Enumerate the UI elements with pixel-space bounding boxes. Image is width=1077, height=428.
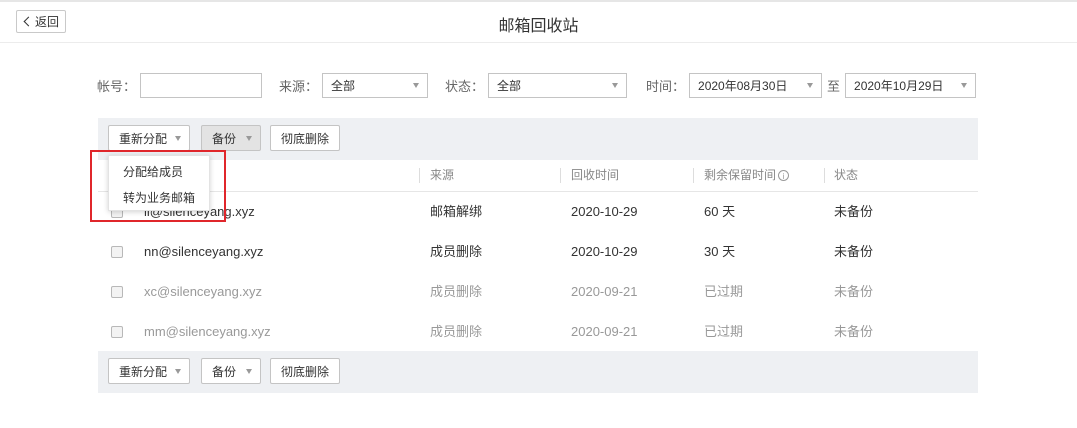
status-filter: 状态： 全部: [445, 72, 628, 98]
column-divider: [693, 168, 694, 183]
row-remaining: 30 天: [704, 244, 736, 259]
row-recycle-time: 2020-10-29: [571, 244, 638, 259]
table-header: 来源 回收时间 剩余保留时间 i 状态: [98, 160, 978, 192]
status-select-value: 全部: [497, 78, 522, 93]
date-to-select[interactable]: 2020年10月29日: [845, 72, 977, 98]
row-recycle-time: 2020-09-21: [571, 284, 638, 299]
date-from-value: 2020年08月30日: [698, 78, 788, 93]
row-email: mm@silenceyang.xyz: [144, 324, 271, 339]
backup-button[interactable]: 备份: [201, 125, 261, 151]
reassign-label: 重新分配: [119, 131, 168, 146]
source-select[interactable]: 全部: [322, 72, 429, 98]
row-source: 邮箱解绑: [430, 204, 483, 219]
status-label: 状态：: [445, 78, 485, 94]
date-to-value: 2020年10月29日: [854, 78, 944, 93]
column-divider: [824, 168, 825, 183]
row-email: nn@silenceyang.xyz: [144, 244, 264, 259]
page-title: 邮箱回收站: [498, 18, 579, 35]
row-email: xc@silenceyang.xyz: [144, 284, 262, 299]
time-filter: 时间： 2020年08月30日 至 2020年10月29日: [646, 72, 977, 98]
caret-down-icon: [612, 82, 619, 88]
row-remaining: 已过期: [704, 324, 744, 339]
column-divider: [419, 168, 420, 183]
column-recycle-time: 回收时间: [571, 168, 620, 182]
date-from-select[interactable]: 2020年08月30日: [689, 72, 823, 98]
header-bar: 返回 邮箱回收站: [0, 2, 1077, 43]
row-status: 未备份: [834, 324, 874, 339]
column-source: 来源: [430, 168, 455, 182]
table-row[interactable]: xc@silenceyang.xyz 成员删除 2020-09-21 已过期 未…: [98, 272, 978, 313]
source-select-value: 全部: [331, 78, 356, 93]
delete-label: 彻底删除: [281, 131, 330, 146]
column-remaining-label: 剩余保留时间: [704, 168, 777, 182]
row-remaining: 已过期: [704, 284, 744, 299]
highlight-box: [90, 150, 226, 222]
row-source: 成员删除: [430, 244, 483, 259]
toolbar-top: 重新分配 备份 彻底删除: [98, 118, 978, 160]
row-checkbox[interactable]: [111, 286, 123, 298]
backup-label: 备份: [212, 364, 237, 379]
row-source: 成员删除: [430, 324, 483, 339]
source-label: 来源：: [279, 78, 319, 94]
row-recycle-time: 2020-09-21: [571, 324, 638, 339]
row-checkbox[interactable]: [111, 326, 123, 338]
delete-permanently-button[interactable]: 彻底删除: [270, 358, 340, 384]
to-label: 至: [827, 78, 841, 94]
row-checkbox[interactable]: [111, 246, 123, 258]
info-icon[interactable]: i: [778, 170, 790, 182]
row-remaining: 60 天: [704, 204, 736, 219]
reassign-label: 重新分配: [119, 364, 168, 379]
caret-down-icon: [961, 82, 968, 88]
caret-down-icon: [807, 82, 814, 88]
column-remaining: 剩余保留时间 i: [704, 160, 790, 191]
caret-down-icon: [246, 136, 252, 141]
column-divider: [560, 168, 561, 183]
row-status: 未备份: [834, 244, 874, 259]
account-label: 帐号：: [97, 78, 137, 94]
account-filter: 帐号：: [97, 72, 263, 98]
caret-down-icon: [175, 136, 181, 141]
row-status: 未备份: [834, 284, 874, 299]
status-select[interactable]: 全部: [488, 72, 628, 98]
table-row[interactable]: ll@silenceyang.xyz 邮箱解绑 2020-10-29 60 天 …: [98, 192, 978, 233]
column-status: 状态: [834, 168, 859, 182]
row-recycle-time: 2020-10-29: [571, 204, 638, 219]
time-label: 时间：: [646, 78, 686, 94]
delete-label: 彻底删除: [281, 364, 330, 379]
backup-button[interactable]: 备份: [201, 358, 261, 384]
source-filter: 来源： 全部: [279, 72, 429, 98]
row-source: 成员删除: [430, 284, 483, 299]
reassign-button[interactable]: 重新分配: [108, 125, 190, 151]
backup-label: 备份: [212, 131, 237, 146]
caret-down-icon: [246, 369, 252, 374]
table-row[interactable]: nn@silenceyang.xyz 成员删除 2020-10-29 30 天 …: [98, 232, 978, 273]
row-status: 未备份: [834, 204, 874, 219]
reassign-button[interactable]: 重新分配: [108, 358, 190, 384]
account-input[interactable]: [140, 72, 263, 98]
toolbar-bottom: 重新分配 备份 彻底删除: [98, 351, 978, 393]
caret-down-icon: [413, 82, 420, 88]
caret-down-icon: [175, 369, 181, 374]
table-row[interactable]: mm@silenceyang.xyz 成员删除 2020-09-21 已过期 未…: [98, 312, 978, 353]
delete-permanently-button[interactable]: 彻底删除: [270, 125, 340, 151]
